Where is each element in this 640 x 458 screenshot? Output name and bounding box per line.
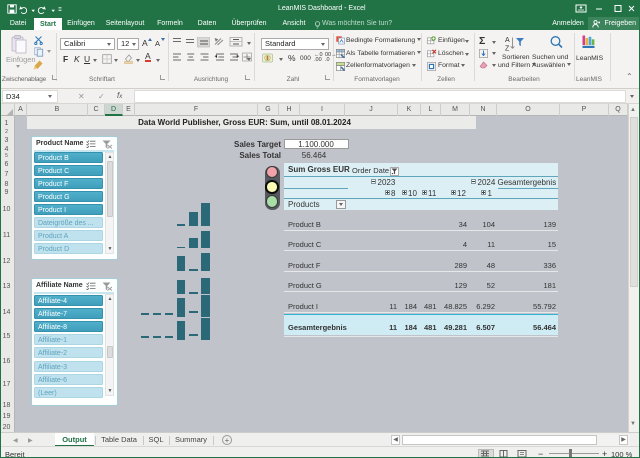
svg-text:Z: Z bbox=[505, 46, 510, 53]
svg-text:A: A bbox=[505, 37, 510, 44]
